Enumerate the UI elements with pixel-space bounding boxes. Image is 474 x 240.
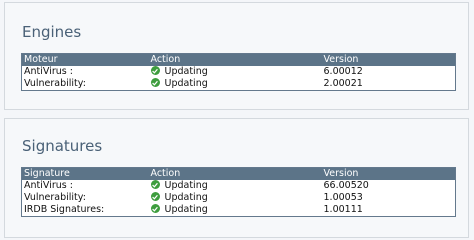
signature-version: 1.00111 bbox=[323, 204, 363, 215]
action-label: Updating bbox=[164, 192, 208, 203]
table-row: AntiVirus : Updating 6.00012 bbox=[22, 66, 456, 78]
signature-action: Updating bbox=[149, 180, 322, 192]
table-row: IRDB Signatures: Updating 1.00111 bbox=[22, 204, 456, 217]
table-row: Vulnerability: Updating 2.00021 bbox=[22, 78, 456, 91]
check-circle-icon bbox=[150, 204, 160, 213]
engine-name: AntiVirus : bbox=[24, 66, 73, 77]
signature-version: 1.00053 bbox=[323, 192, 363, 203]
engines-table: Moteur Action Version AntiVirus : Updati… bbox=[21, 53, 456, 91]
engines-panel: Engines Moteur Action Version AntiVirus … bbox=[4, 2, 469, 110]
table-header-row: Moteur Action Version bbox=[21, 53, 456, 66]
column-header-action: Action bbox=[148, 167, 322, 180]
action-label: Updating bbox=[164, 180, 208, 191]
action-label: Updating bbox=[164, 78, 208, 89]
signature-name: IRDB Signatures: bbox=[24, 204, 105, 215]
engine-name: Vulnerability: bbox=[24, 78, 86, 89]
engine-action: Updating bbox=[149, 78, 322, 91]
check-circle-icon bbox=[150, 66, 160, 75]
signatures-table: Signature Action Version AntiVirus : Upd… bbox=[21, 167, 456, 217]
signatures-title: Signatures bbox=[22, 137, 103, 155]
engines-title: Engines bbox=[22, 23, 82, 41]
table-row: Vulnerability: Updating 1.00053 bbox=[22, 192, 456, 204]
check-circle-icon bbox=[150, 192, 160, 201]
action-label: Updating bbox=[164, 204, 208, 215]
engine-version: 2.00021 bbox=[323, 78, 363, 89]
column-header-signature: Signature bbox=[21, 167, 149, 180]
check-circle-icon bbox=[150, 78, 160, 87]
column-header-moteur: Moteur bbox=[21, 53, 149, 66]
engine-action: Updating bbox=[149, 66, 322, 78]
column-header-action: Action bbox=[148, 53, 322, 66]
column-header-version: Version bbox=[321, 53, 456, 66]
action-label: Updating bbox=[164, 66, 208, 77]
signature-name: AntiVirus : bbox=[24, 180, 73, 191]
table-header-row: Signature Action Version bbox=[21, 167, 456, 180]
signature-action: Updating bbox=[149, 204, 322, 217]
signature-version: 66.00520 bbox=[323, 180, 369, 191]
engine-version: 6.00012 bbox=[323, 66, 363, 77]
check-circle-icon bbox=[150, 180, 160, 189]
signature-action: Updating bbox=[149, 192, 322, 204]
signature-name: Vulnerability: bbox=[24, 192, 86, 203]
signatures-panel: Signatures Signature Action Version Anti… bbox=[4, 118, 469, 238]
column-header-version: Version bbox=[321, 167, 456, 180]
table-row: AntiVirus : Updating 66.00520 bbox=[22, 180, 456, 192]
